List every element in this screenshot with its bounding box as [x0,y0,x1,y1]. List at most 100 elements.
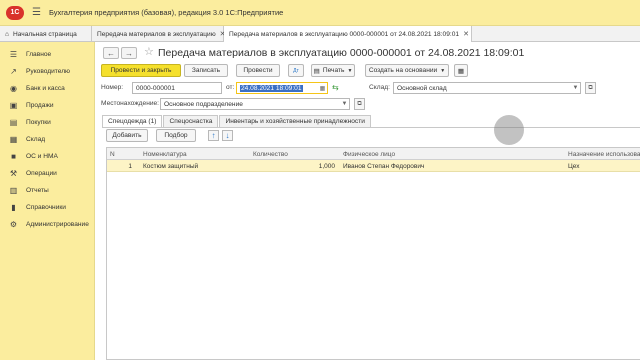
chevron-down-icon: ▼ [347,67,353,74]
create-based-label: Создать на основании [368,67,438,74]
calendar-icon[interactable]: ▦ [318,83,327,93]
column-header[interactable]: Физическое лицо [340,148,565,160]
column-header[interactable]: Назначение использования [565,148,640,160]
chevron-down-icon: ▼ [440,67,446,74]
tab-inventory[interactable]: Инвентарь и хозяйственные принадлежности [219,115,371,127]
number-label: Номер: [101,84,124,91]
post-status-icon: ⇆ [332,83,339,92]
sidebar-item-label: Администрирование [26,221,89,228]
sidebar-item-bank[interactable]: ◉ Банк и касса [0,80,94,97]
sidebar-item-warehouse[interactable]: ▦ Склад [0,131,94,148]
sidebar-item-assets[interactable]: ■ ОС и НМА [0,148,94,165]
column-header[interactable]: Количество [250,148,340,160]
sidebar-item-label: Главное [26,51,52,58]
sidebar-item-label: Покупки [26,119,51,126]
assets-icon: ■ [11,152,16,161]
book-icon: ▮ [11,203,16,212]
forward-button[interactable]: → [121,47,137,59]
warehouse-field[interactable]: Основной склад ▼ [393,82,581,94]
sidebar-item-main[interactable]: ☰ Главное [0,46,94,63]
location-field[interactable]: Основное подразделение ▼ [160,98,350,110]
sidebar-item-reports[interactable]: ▥ Отчеты [0,182,94,199]
post-and-close-button[interactable]: Провести и закрыть [101,64,181,77]
row-quantity[interactable]: 1,000 [250,160,338,172]
table-row[interactable]: 1 Костюм защитный 1,000 Иванов Степан Фе… [107,160,640,172]
tab-home[interactable]: ⌂ Начальная страница [0,26,92,42]
sidebar-item-label: Продажи [26,102,54,109]
row-item[interactable]: Костюм защитный [140,160,250,172]
sidebar-item-label: Руководителю [26,68,70,75]
print-label: Печать [322,67,345,74]
sidebar-item-catalogs[interactable]: ▮ Справочники [0,199,94,216]
chevron-down-icon[interactable]: ▼ [571,83,580,93]
move-up-icon[interactable]: ↑ [208,130,219,141]
items-table: N Номенклатура Количество Физическое лиц… [106,147,640,360]
location-label: Местонахождение: [101,100,160,107]
chart-icon: ↗ [10,67,17,76]
sidebar: ☰ Главное ↗ Руководителю ◉ Банк и касса ▣ Пр… [0,42,95,360]
date-label: от: [226,84,235,91]
journal-entries-icon[interactable]: Дт [288,64,304,77]
bank-icon: ◉ [10,84,17,93]
app-title: Бухгалтерия предприятия (базовая), редак… [48,8,284,17]
tabs-bar: ⌂ Начальная страница Передача материалов… [0,26,640,42]
warehouse-value: Основной склад [397,84,447,92]
chevron-down-icon[interactable]: ▼ [340,99,349,109]
open-link-icon[interactable]: ⧉ [354,98,365,110]
cart-icon: ▤ [9,118,18,127]
sidebar-item-admin[interactable]: ⚙ Администрирование [0,216,94,233]
date-value: 24.08.2021 18:09:01 [240,84,303,92]
row-number: 1 [128,162,132,170]
add-button[interactable]: Добавить [106,129,148,142]
main-menu-icon[interactable]: ☰ [32,7,41,18]
sidebar-item-label: Операции [26,170,57,177]
column-header[interactable]: Номенклатура [140,148,250,160]
warehouse-icon: ▦ [9,135,18,144]
tab-materials-list[interactable]: Передача материалов в эксплуатацию ✕ [92,26,226,42]
warehouse-label: Склад: [369,84,390,91]
create-based-on-button[interactable]: Создать на основании ▼ [365,64,449,77]
date-field[interactable]: 24.08.2021 18:09:01 ▦ [236,82,328,94]
tab-document[interactable]: Передача материалов в эксплуатацию 0000-… [224,26,472,42]
row-purpose[interactable]: Цех [565,160,640,172]
reports-icon: ▥ [9,186,18,195]
select-button[interactable]: Подбор [156,129,196,142]
sidebar-item-label: ОС и НМА [26,153,58,160]
sales-icon: ▣ [9,101,18,110]
title-bar: 1С ☰ Бухгалтерия предприятия (базовая), … [0,0,640,26]
favorite-star-icon[interactable]: ☆ [144,45,154,58]
open-link-icon[interactable]: ⧉ [585,82,596,94]
back-button[interactable]: ← [103,47,119,59]
print-button[interactable]: ▤ Печать ▼ [311,64,355,77]
form-tabs: Спецодежда (1) Спецоснастка Инвентарь и … [102,115,372,127]
row-person[interactable]: Иванов Степан Федорович [340,160,565,172]
tab-special-equipment[interactable]: Спецоснастка [163,115,219,127]
list-icon: ☰ [9,50,18,59]
sidebar-item-operations[interactable]: ⚒ Операции [0,165,94,182]
number-field[interactable]: 0000-000001 [132,82,222,94]
app-logo: 1С [6,5,24,20]
location-value: Основное подразделение [164,100,243,108]
column-header[interactable]: N [107,148,137,160]
move-down-icon[interactable]: ↓ [222,130,233,141]
page-title: Передача материалов в эксплуатацию 0000-… [158,47,525,59]
sidebar-item-purchases[interactable]: ▤ Покупки [0,114,94,131]
tab-workwear[interactable]: Спецодежда (1) [102,115,163,127]
document-form: ← → ☆ Передача материалов в эксплуатацию… [96,42,640,360]
tab-label: Передача материалов в эксплуатацию 0000-… [229,30,460,38]
operations-icon: ⚒ [9,169,18,178]
sidebar-item-sales[interactable]: ▣ Продажи [0,97,94,114]
home-icon: ⌂ [5,30,9,38]
sidebar-item-director[interactable]: ↗ Руководителю [0,63,94,80]
sidebar-item-label: Справочники [26,204,66,211]
sidebar-item-label: Отчеты [26,187,49,194]
post-button[interactable]: Провести [236,64,280,77]
tab-label: Передача материалов в эксплуатацию [97,30,216,38]
save-button[interactable]: Записать [184,64,228,77]
table-header: N Номенклатура Количество Физическое лиц… [107,148,640,160]
close-icon[interactable]: ✕ [463,30,469,38]
gear-icon: ⚙ [9,220,18,229]
sidebar-item-label: Склад [26,136,46,143]
sidebar-item-label: Банк и касса [26,85,65,92]
structure-icon[interactable]: ▦ [454,64,468,77]
